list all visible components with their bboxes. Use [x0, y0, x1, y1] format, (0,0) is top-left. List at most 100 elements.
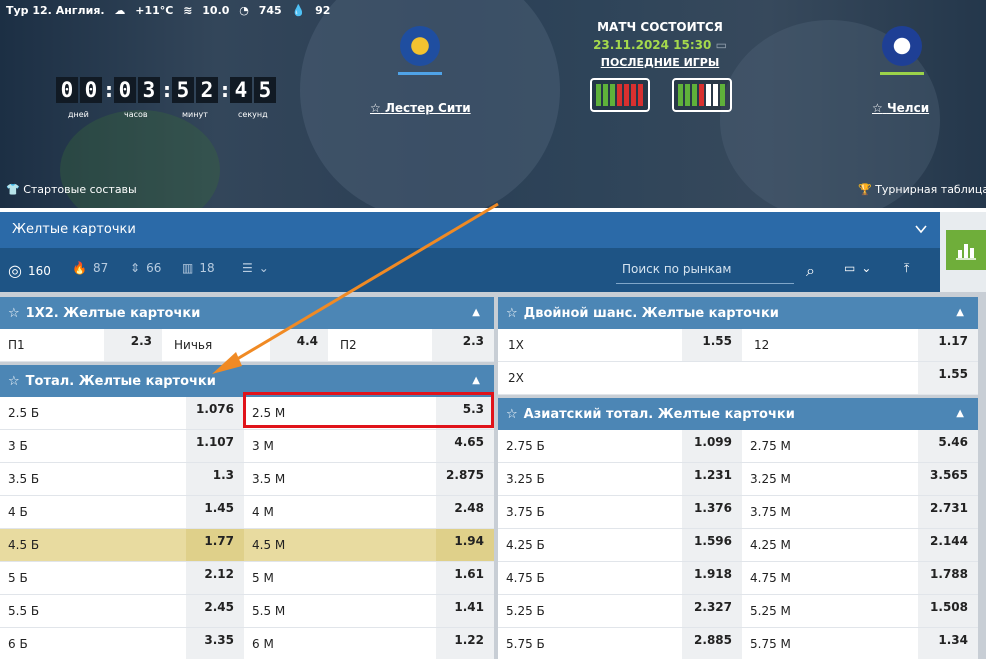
home-last-games[interactable]: [590, 78, 650, 112]
outcome-odd[interactable]: 1.45: [186, 496, 244, 528]
outcome-odd[interactable]: 1.55: [918, 362, 978, 394]
outcome-odd[interactable]: 1.34: [918, 628, 978, 659]
outcome-cell[interactable]: 5.5 Б 2.45: [0, 595, 244, 627]
outcome-odd[interactable]: 5.46: [918, 430, 978, 462]
chevron-up-icon[interactable]: ▲: [956, 408, 964, 419]
outcome-cell[interactable]: П1 2.3: [0, 329, 162, 361]
outcome-cell[interactable]: П2 2.3: [328, 329, 494, 361]
more-filters[interactable]: ☰ ⌄: [242, 261, 269, 275]
outcome-odd[interactable]: 1.076: [186, 397, 244, 429]
favorite-star-icon[interactable]: ☆: [8, 374, 20, 389]
outcome-odd[interactable]: 2.327: [682, 595, 742, 627]
outcome-cell[interactable]: 3.75 Б 1.376: [498, 496, 742, 528]
outcome-cell[interactable]: 3.5 Б 1.3: [0, 463, 244, 495]
market-header-asian[interactable]: ☆ Азиатский тотал. Желтые карточки ▲: [498, 398, 978, 430]
filter-stats[interactable]: ▥ 18: [182, 261, 215, 275]
stats-button[interactable]: [946, 230, 986, 270]
outcome-odd[interactable]: 2.885: [682, 628, 742, 659]
outcome-cell[interactable]: 3.5 М 2.875: [244, 463, 494, 495]
outcome-odd[interactable]: 1.788: [918, 562, 978, 594]
outcome-odd[interactable]: 4.65: [436, 430, 494, 462]
outcome-odd[interactable]: 2.12: [186, 562, 244, 594]
outcome-cell[interactable]: 4.5 Б 1.77: [0, 529, 244, 561]
outcome-cell[interactable]: 5 М 1.61: [244, 562, 494, 594]
last-games-link[interactable]: ПОСЛЕДНИЕ ИГРЫ: [560, 56, 760, 69]
outcome-odd[interactable]: 1.376: [682, 496, 742, 528]
outcome-odd[interactable]: 2.875: [436, 463, 494, 495]
favorite-star-icon[interactable]: ☆: [872, 101, 883, 115]
outcome-cell[interactable]: 3 Б 1.107: [0, 430, 244, 462]
outcome-odd[interactable]: 1.231: [682, 463, 742, 495]
outcome-odd[interactable]: 1.596: [682, 529, 742, 561]
away-last-games[interactable]: [672, 78, 732, 112]
lineups-link[interactable]: 👕 Стартовые составы: [6, 183, 137, 196]
outcome-cell[interactable]: 5.75 Б 2.885: [498, 628, 742, 659]
outcome-odd[interactable]: 2.731: [918, 496, 978, 528]
outcome-odd[interactable]: 2.48: [436, 496, 494, 528]
outcome-cell[interactable]: 5.75 М 1.34: [742, 628, 978, 659]
filter-updown[interactable]: ⇕ 66: [130, 261, 161, 275]
outcome-odd[interactable]: 2.3: [432, 329, 494, 361]
outcome-odd[interactable]: 1.22: [436, 628, 494, 659]
outcome-cell[interactable]: 3.25 Б 1.231: [498, 463, 742, 495]
outcome-odd[interactable]: 1.099: [682, 430, 742, 462]
outcome-cell[interactable]: Ничья 4.4: [162, 329, 328, 361]
filter-hot[interactable]: 🔥 87: [72, 261, 108, 275]
market-header-1x2[interactable]: ☆ 1X2. Желтые карточки ▲: [0, 297, 494, 329]
outcome-odd[interactable]: 1.508: [918, 595, 978, 627]
outcome-cell[interactable]: 6 Б 3.35: [0, 628, 244, 659]
outcome-cell[interactable]: 4.25 Б 1.596: [498, 529, 742, 561]
away-team-link[interactable]: ☆ Челси: [872, 101, 929, 115]
outcome-cell[interactable]: 4.25 М 2.144: [742, 529, 978, 561]
favorite-star-icon[interactable]: ☆: [8, 306, 20, 321]
outcome-cell[interactable]: 4 М 2.48: [244, 496, 494, 528]
favorite-star-icon[interactable]: ☆: [506, 407, 518, 422]
outcome-odd[interactable]: 2.144: [918, 529, 978, 561]
outcome-cell[interactable]: 2.5 Б 1.076: [0, 397, 244, 429]
outcome-odd[interactable]: 1.41: [436, 595, 494, 627]
filter-all[interactable]: ◎ 160: [8, 261, 51, 280]
outcome-odd[interactable]: 1.17: [918, 329, 978, 361]
market-search-input[interactable]: Поиск по рынкам: [616, 256, 794, 284]
outcome-cell[interactable]: 3 М 4.65: [244, 430, 494, 462]
collapse-all-button[interactable]: ⤒: [904, 261, 909, 276]
outcome-cell[interactable]: 5.5 М 1.41: [244, 595, 494, 627]
outcome-cell[interactable]: 12 1.17: [742, 329, 978, 361]
outcome-odd[interactable]: 1.55: [682, 329, 742, 361]
standings-link[interactable]: 🏆 Турнирная таблица: [858, 183, 986, 196]
chevron-up-icon[interactable]: ▲: [472, 375, 480, 386]
outcome-odd[interactable]: 1.918: [682, 562, 742, 594]
market-select[interactable]: Желтые карточки: [0, 212, 940, 248]
outcome-cell[interactable]: 5.25 М 1.508: [742, 595, 978, 627]
outcome-cell[interactable]: 2.75 Б 1.099: [498, 430, 742, 462]
outcome-cell[interactable]: 3.75 М 2.731: [742, 496, 978, 528]
outcome-odd[interactable]: 1.107: [186, 430, 244, 462]
outcome-odd[interactable]: 4.4: [270, 329, 328, 361]
outcome-odd[interactable]: 2.45: [186, 595, 244, 627]
outcome-cell[interactable]: 1X 1.55: [498, 329, 742, 361]
outcome-cell[interactable]: 5 Б 2.12: [0, 562, 244, 594]
outcome-odd[interactable]: 1.3: [186, 463, 244, 495]
outcome-cell[interactable]: 4 Б 1.45: [0, 496, 244, 528]
favorite-star-icon[interactable]: ☆: [506, 306, 518, 321]
outcome-odd[interactable]: 2.3: [104, 329, 162, 361]
outcome-odd[interactable]: 3.565: [918, 463, 978, 495]
layout-toggle[interactable]: ▭ ⌄: [844, 261, 871, 275]
outcome-cell[interactable]: 4.75 Б 1.918: [498, 562, 742, 594]
outcome-odd[interactable]: 1.77: [186, 529, 244, 561]
outcome-odd[interactable]: 1.94: [436, 529, 494, 561]
outcome-odd[interactable]: 1.61: [436, 562, 494, 594]
outcome-cell[interactable]: 2.75 М 5.46: [742, 430, 978, 462]
outcome-odd[interactable]: 3.35: [186, 628, 244, 659]
favorite-star-icon[interactable]: ☆: [370, 101, 381, 115]
chevron-up-icon[interactable]: ▲: [472, 307, 480, 318]
outcome-cell[interactable]: 3.25 М 3.565: [742, 463, 978, 495]
outcome-cell[interactable]: 4.5 М 1.94: [244, 529, 494, 561]
outcome-cell[interactable]: 5.25 Б 2.327: [498, 595, 742, 627]
home-team-link[interactable]: ☆ Лестер Сити: [370, 101, 471, 115]
outcome-cell[interactable]: 2X 1.55: [498, 362, 978, 394]
outcome-cell[interactable]: 6 М 1.22: [244, 628, 494, 659]
market-header-double[interactable]: ☆ Двойной шанс. Желтые карточки ▲: [498, 297, 978, 329]
chevron-up-icon[interactable]: ▲: [956, 307, 964, 318]
search-icon[interactable]: ⌕: [806, 261, 815, 281]
